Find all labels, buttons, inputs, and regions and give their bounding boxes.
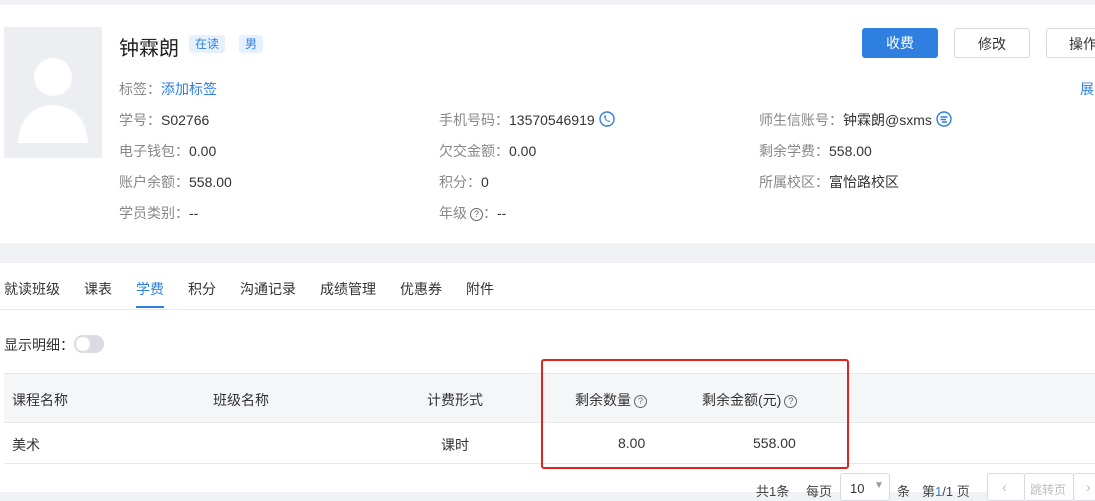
col-billing-type: 计费形式 xyxy=(427,392,483,408)
account-field: 师生信账号：钟霖朗@sxms xyxy=(759,110,952,130)
owed-field: 欠交金额：0.00 xyxy=(439,143,537,159)
cell-billing-type: 课时 xyxy=(441,437,469,453)
pager-page-text: 第1/1 页 xyxy=(922,484,970,499)
gender-badge: 男 xyxy=(239,35,264,53)
tab-fees[interactable]: 学费 xyxy=(136,279,164,299)
tags-label: 标签： xyxy=(119,81,161,97)
tab-coupons[interactable]: 优惠券 xyxy=(400,279,442,299)
operate-button[interactable]: 操作 xyxy=(1046,28,1095,58)
category-field: 学员类别：-- xyxy=(119,205,199,221)
chevron-down-icon: ▼ xyxy=(874,480,884,491)
wallet-field: 电子钱包：0.00 xyxy=(119,143,217,159)
chat-app-icon[interactable] xyxy=(936,111,952,127)
pager-per-page-label: 每页 xyxy=(806,484,833,499)
edit-button[interactable]: 修改 xyxy=(954,28,1030,58)
col-course-name: 课程名称 xyxy=(12,392,68,408)
status-badge: 在读 xyxy=(189,35,226,53)
page-size-select[interactable]: 10 ▼ xyxy=(840,473,890,501)
phone-field: 手机号码：13570546919 xyxy=(439,110,615,130)
points-field: 积分：0 xyxy=(439,174,489,190)
campus-field: 所属校区：富怡路校区 xyxy=(759,174,899,190)
page-size-value: 10 xyxy=(850,481,865,496)
help-icon[interactable]: ? xyxy=(470,208,483,221)
tab-points[interactable]: 积分 xyxy=(188,279,216,299)
charge-button[interactable]: 收费 xyxy=(862,28,938,58)
tab-schedule[interactable]: 课表 xyxy=(84,279,112,299)
student-no-field: 学号：S02766 xyxy=(119,112,210,128)
grade-field: 年级? ：-- xyxy=(439,205,507,221)
user-silhouette-icon xyxy=(18,58,88,143)
detail-toggle-label: 显示明细： xyxy=(4,337,74,353)
add-tag-link[interactable]: 添加标签 xyxy=(161,81,217,97)
col-class-name: 班级名称 xyxy=(213,392,269,408)
phone-call-icon[interactable] xyxy=(598,111,615,127)
student-name: 钟霖朗 xyxy=(119,38,179,60)
pager-unit: 条 xyxy=(897,484,911,499)
cell-course-name: 美术 xyxy=(12,437,40,453)
tab-attachments[interactable]: 附件 xyxy=(466,279,494,299)
prev-page-button[interactable]: ‹ xyxy=(987,473,1025,501)
balance-field: 账户余额：558.00 xyxy=(119,174,232,190)
remaining-fee-field: 剩余学费：558.00 xyxy=(759,143,872,159)
jump-page-label: 跳转页 xyxy=(1030,483,1067,497)
active-tab-indicator xyxy=(136,306,164,308)
fee-panel: 就读班级 课表 学费 积分 沟通记录 成绩管理 优惠券 附件 显示明细： 课程名… xyxy=(0,263,1095,501)
detail-toggle-knob xyxy=(76,337,90,351)
tab-grades[interactable]: 成绩管理 xyxy=(320,279,376,299)
jump-page-button[interactable]: 跳转页 xyxy=(1024,473,1074,501)
highlight-box xyxy=(541,359,849,469)
tags-row: 标签：添加标签 xyxy=(119,79,217,99)
tab-enrolled-classes[interactable]: 就读班级 xyxy=(4,279,60,299)
avatar xyxy=(4,27,102,158)
profile-card: 钟霖朗 在读 男 收费 修改 操作 展 标签：添加标签 学号：S02766 手机… xyxy=(0,5,1095,243)
expand-link[interactable]: 展 xyxy=(1080,79,1094,99)
tabs-divider xyxy=(0,309,1095,310)
next-page-button[interactable]: › xyxy=(1073,473,1095,501)
tab-communication[interactable]: 沟通记录 xyxy=(240,279,296,299)
chevron-right-icon: › xyxy=(1086,479,1091,495)
pager-total: 共1条 xyxy=(756,484,790,499)
chevron-left-icon: ‹ xyxy=(1002,479,1007,495)
